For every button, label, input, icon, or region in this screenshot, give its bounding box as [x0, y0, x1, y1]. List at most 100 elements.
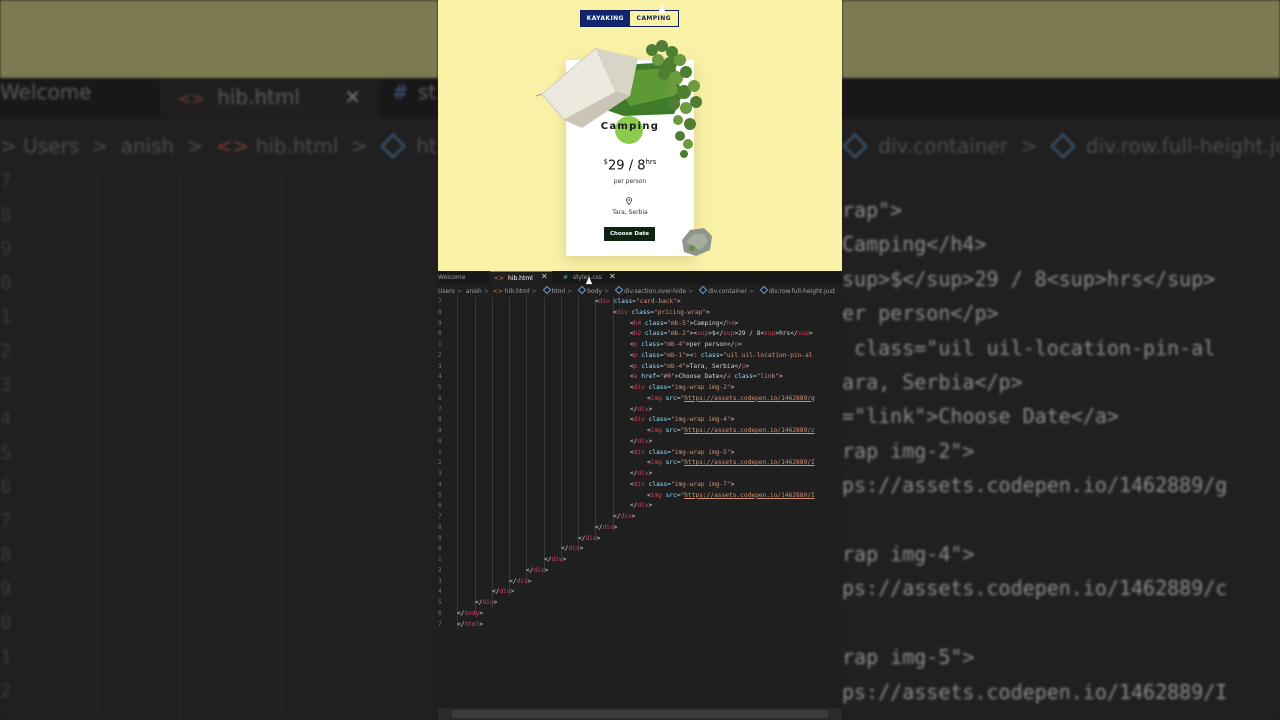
background-breadcrumb: > Users > anish > <> hib.html > html	[0, 133, 438, 159]
code-line[interactable]: <div class="img-wrap img-4">	[630, 415, 734, 426]
code-text: >	[479, 620, 484, 628]
code-line[interactable]: </div>	[561, 544, 583, 555]
code-line[interactable]: <img src="https://assets.codepen.io/1462…	[647, 491, 815, 502]
code-line[interactable]: <a href="#0">Choose Date</a class="link"…	[630, 372, 783, 383]
code-line[interactable]: </div>	[544, 555, 566, 566]
code-string: "link"	[756, 373, 780, 381]
code-line[interactable]: </div>	[613, 512, 635, 523]
code-attr: class=	[641, 319, 668, 327]
code-attr: class=	[627, 308, 654, 316]
code-line[interactable]: <p class="mb-1"><i class="uil uil-locati…	[630, 351, 813, 362]
main-panel: KAYAKING CAMPING Camping $29 / 8hrs per …	[438, 0, 842, 720]
tab-welcome[interactable]: Welcome	[438, 271, 488, 284]
close-icon: ✕	[344, 85, 362, 109]
code-text: >	[527, 577, 532, 585]
code-text: >	[734, 319, 739, 327]
code-string: "card-back"	[636, 298, 677, 305]
code-attr: class=	[637, 362, 664, 370]
code-text: >	[808, 330, 813, 338]
background-crumb-html: html	[416, 134, 438, 158]
code-string: "mb-2"	[667, 330, 690, 338]
code-editor[interactable]: <div class="card-back"> <div class="prici…	[438, 297, 842, 637]
tab-kayaking[interactable]: KAYAKING	[581, 11, 630, 26]
code-url: https://assets.codepen.io/1462889/c	[684, 427, 815, 434]
background-crumb-row: div.row.full-height.just	[1085, 134, 1280, 158]
chevron-right-icon: >	[456, 288, 462, 295]
background-code-line: rap img-4">	[842, 542, 975, 566]
card-price: $29 / 8hrs	[566, 158, 694, 173]
breadcrumb-item[interactable]: anish	[466, 288, 482, 295]
mouse-cursor	[585, 276, 593, 285]
code-line[interactable]: <div class="img-wrap img-5">	[630, 448, 734, 459]
horizontal-scrollbar[interactable]	[438, 708, 842, 720]
code-line[interactable]: </body>	[457, 609, 483, 620]
code-tag: div	[602, 523, 614, 531]
breadcrumb-item[interactable]: body	[587, 288, 602, 295]
background-tab-welcome: Welcome	[0, 80, 92, 104]
chevron-right-icon: >	[1020, 134, 1038, 158]
code-line[interactable]: </div>	[630, 501, 652, 512]
location-label: Tara, Serbia	[612, 209, 648, 216]
code-text: >	[738, 341, 742, 348]
code-line[interactable]: <div class="pricing-wrap">	[613, 308, 710, 319]
breadcrumb-item[interactable]: Users	[438, 288, 455, 295]
code-tag: div	[637, 405, 649, 413]
css-file-icon: #	[392, 80, 409, 104]
code-line[interactable]: <p class="mb-4">Tara, Serbia</p>	[630, 362, 749, 373]
code-line[interactable]: </div>	[475, 598, 497, 609]
code-line[interactable]: <h2 class="mb-2"><sup>$</sup>29 / 8<sup>…	[630, 329, 813, 340]
code-line[interactable]: <img src="https://assets.codepen.io/1462…	[647, 426, 815, 437]
breadcrumb-item[interactable]: div.container	[708, 288, 747, 295]
code-line[interactable]: </div>	[526, 566, 548, 577]
code-line[interactable]: <p class="mb-4">per person</p>	[630, 340, 742, 351]
background-crumb-users: Users	[23, 134, 80, 158]
scrollbar-thumb[interactable]	[452, 710, 828, 718]
code-string: "pricing-wrap"	[654, 308, 707, 316]
code-line[interactable]: <div class="card-back">	[595, 297, 681, 308]
price-value: 29 / 8	[608, 158, 646, 174]
code-line[interactable]: </div>	[595, 523, 617, 534]
background-code-line: rap">	[842, 198, 903, 222]
code-text: >29 / 8<	[734, 330, 765, 338]
background-tab-hib: <> hib.html ✕	[160, 80, 380, 116]
code-tag: img	[650, 394, 662, 402]
code-text: >hrs</	[775, 330, 798, 338]
code-line[interactable]: <h4 class="mb-5">Camping</h4>	[630, 319, 738, 330]
close-tab-icon[interactable]: ✕	[609, 271, 616, 283]
breadcrumb-item[interactable]: hib.html	[505, 288, 530, 295]
background-tab-styles: st	[418, 80, 437, 104]
code-line[interactable]: </div>	[630, 469, 652, 480]
chevron-right-icon: >	[531, 288, 537, 295]
code-line[interactable]: <img src="https://assets.codepen.io/1462…	[647, 458, 815, 469]
breadcrumb-item[interactable]: html	[552, 288, 566, 295]
code-line[interactable]: <div class="img-wrap img-7">	[630, 480, 734, 491]
code-tag: div	[633, 448, 645, 456]
code-url: https://assets.codepen.io/1462889/I	[684, 459, 815, 467]
code-text: >	[631, 513, 636, 520]
code-attr: class=	[637, 341, 664, 348]
background-line-number: 8	[0, 204, 12, 226]
chevron-right-icon: >	[567, 288, 573, 295]
close-tab-icon[interactable]: ✕	[541, 271, 548, 283]
card-title: Camping	[600, 121, 660, 132]
tab-camping[interactable]: CAMPING	[629, 11, 678, 26]
background-indent-guide	[180, 170, 181, 720]
code-line[interactable]: <img src="https://assets.codepen.io/1462…	[647, 394, 815, 405]
code-string: "mb-5"	[667, 319, 690, 327]
chevron-right-icon: >	[749, 288, 755, 295]
browser-preview: KAYAKING CAMPING Camping $29 / 8hrs per …	[438, 0, 842, 271]
code-line[interactable]: </div>	[509, 577, 531, 588]
code-line[interactable]: </div>	[492, 587, 514, 598]
background-code-line: class="uil uil-location-pin-al	[842, 335, 1216, 360]
code-line[interactable]: </div>	[630, 405, 652, 416]
breadcrumb-item[interactable]: div.section.over-hide	[624, 288, 686, 295]
code-line[interactable]: </div>	[630, 437, 652, 448]
code-text: >Choose Date</	[674, 373, 727, 381]
code-tag: div	[482, 599, 494, 606]
code-line[interactable]: </html>	[457, 620, 483, 631]
code-line[interactable]: <div class="img-wrap img-2">	[630, 383, 734, 394]
code-line[interactable]: </div>	[578, 534, 600, 545]
screen: Welcome <> hib.html ✕ # st > Users > ani…	[0, 0, 1280, 720]
choose-date-button[interactable]: Choose Date	[604, 227, 655, 241]
breadcrumb-item[interactable]: div.row.full-height.just	[769, 288, 835, 295]
